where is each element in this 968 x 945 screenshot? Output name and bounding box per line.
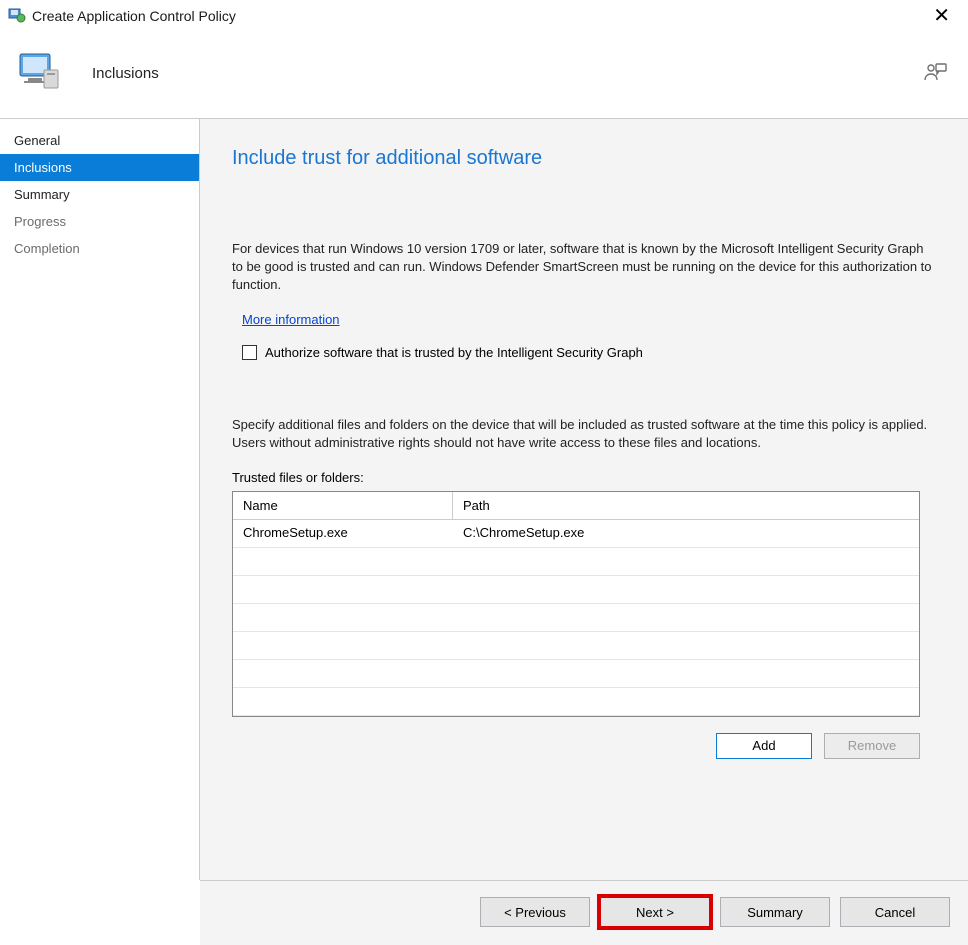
cancel-button[interactable]: Cancel — [840, 897, 950, 927]
table-row[interactable] — [233, 688, 919, 716]
sidebar-item-general[interactable]: General — [0, 127, 199, 154]
trusted-files-table: Name Path ChromeSetup.exe C:\ChromeSetup… — [232, 491, 920, 717]
intro-text: For devices that run Windows 10 version … — [232, 240, 932, 294]
add-button[interactable]: Add — [716, 733, 812, 759]
authorize-isg-checkbox[interactable] — [242, 345, 257, 360]
cell-name: ChromeSetup.exe — [233, 520, 453, 547]
table-row[interactable] — [233, 576, 919, 604]
wizard-sidebar: General Inclusions Summary Progress Comp… — [0, 119, 200, 880]
sidebar-item-progress: Progress — [0, 208, 199, 235]
authorize-isg-row: Authorize software that is trusted by th… — [242, 345, 936, 360]
table-label: Trusted files or folders: — [232, 470, 936, 485]
sidebar-item-summary[interactable]: Summary — [0, 181, 199, 208]
table-body: ChromeSetup.exe C:\ChromeSetup.exe — [233, 520, 919, 716]
table-header: Name Path — [233, 492, 919, 520]
sidebar-item-completion: Completion — [0, 235, 199, 262]
more-information-link[interactable]: More information — [242, 312, 340, 327]
wizard-window: Create Application Control Policy ✕ Incl… — [0, 0, 968, 945]
col-name[interactable]: Name — [233, 492, 453, 520]
page-title: Inclusions — [92, 65, 159, 82]
computer-icon — [14, 48, 64, 98]
table-buttons: Add Remove — [232, 733, 920, 759]
previous-button[interactable]: < Previous — [480, 897, 590, 927]
main-content: Include trust for additional software Fo… — [200, 119, 968, 880]
titlebar: Create Application Control Policy ✕ — [0, 0, 968, 34]
sidebar-item-inclusions[interactable]: Inclusions — [0, 154, 199, 181]
feedback-icon[interactable] — [922, 60, 948, 86]
table-row[interactable] — [233, 604, 919, 632]
wizard-header: Inclusions — [0, 34, 968, 118]
col-path[interactable]: Path — [453, 492, 919, 520]
wizard-footer: < Previous Next > Summary Cancel — [200, 880, 968, 945]
wizard-body: General Inclusions Summary Progress Comp… — [0, 118, 968, 880]
table-row[interactable]: ChromeSetup.exe C:\ChromeSetup.exe — [233, 520, 919, 548]
summary-button[interactable]: Summary — [720, 897, 830, 927]
table-row[interactable] — [233, 632, 919, 660]
cell-path: C:\ChromeSetup.exe — [453, 520, 919, 547]
section-heading: Include trust for additional software — [232, 147, 936, 170]
table-row[interactable] — [233, 548, 919, 576]
close-button[interactable]: ✕ — [923, 4, 960, 28]
app-icon — [8, 7, 26, 25]
remove-button: Remove — [824, 733, 920, 759]
next-button[interactable]: Next > — [600, 897, 710, 927]
specify-text: Specify additional files and folders on … — [232, 416, 932, 452]
authorize-isg-label: Authorize software that is trusted by th… — [265, 345, 643, 360]
window-title: Create Application Control Policy — [32, 8, 236, 24]
table-row[interactable] — [233, 660, 919, 688]
